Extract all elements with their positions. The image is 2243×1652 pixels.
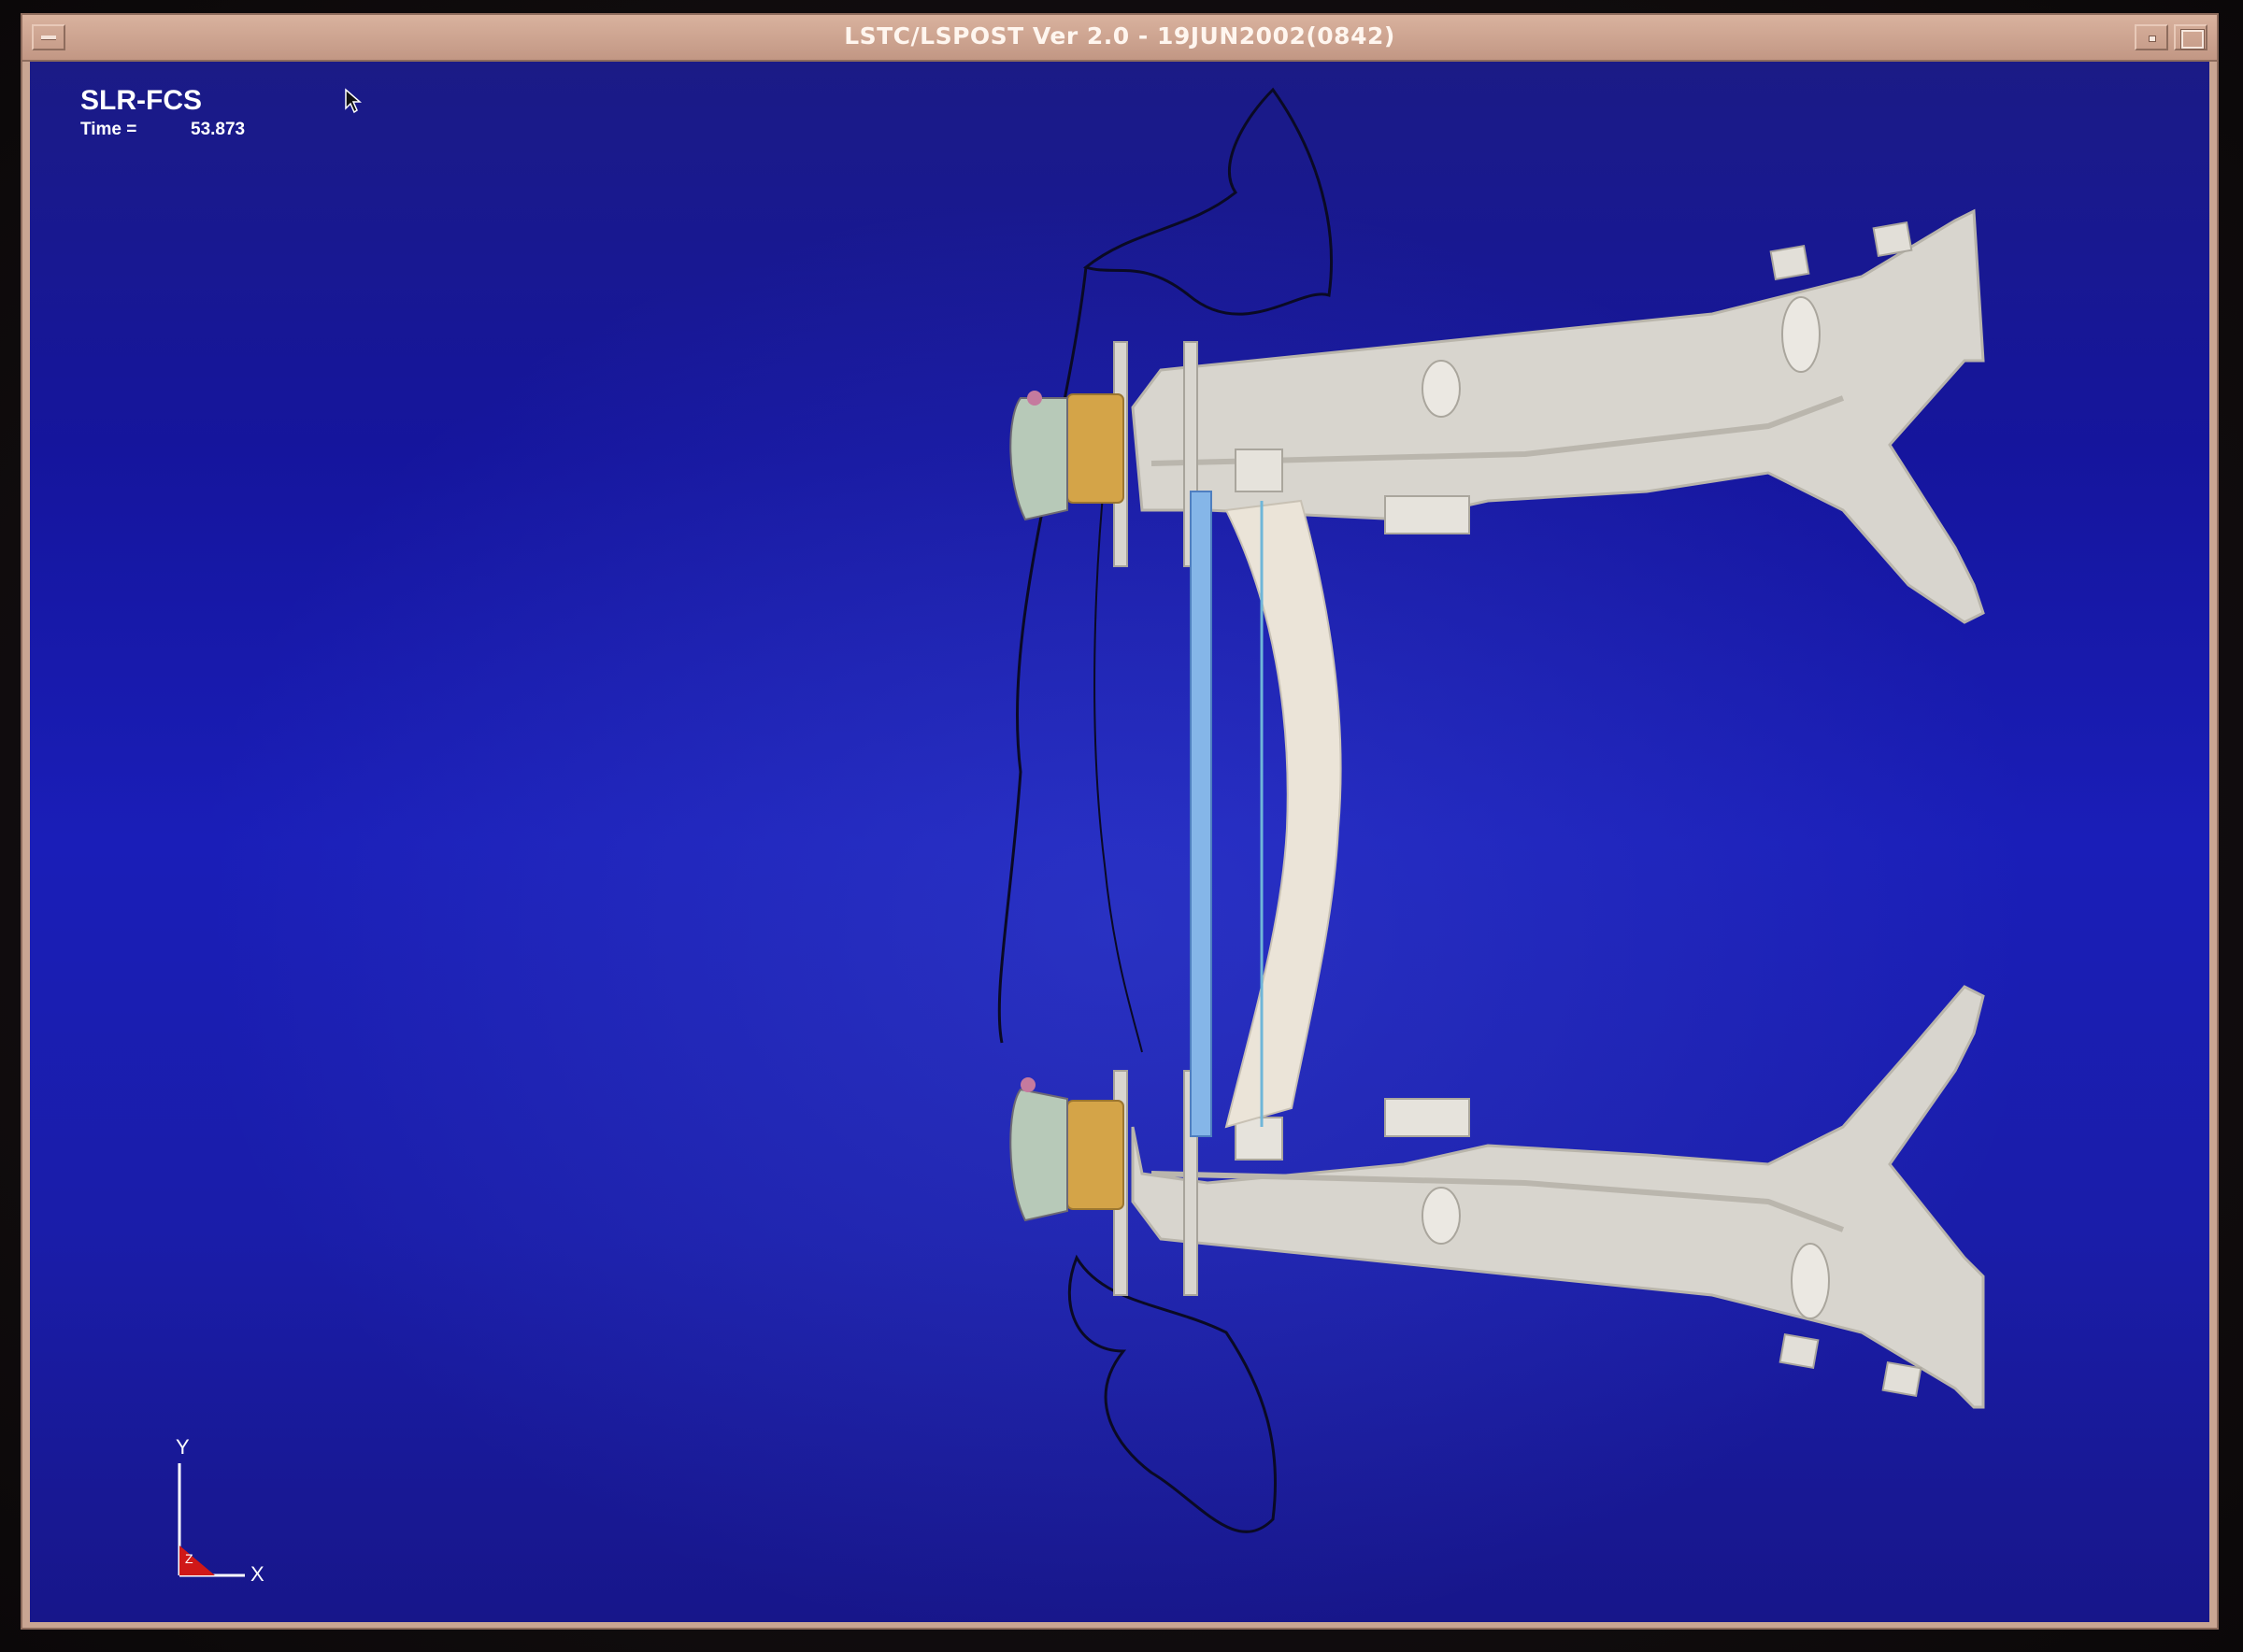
graphics-viewport[interactable]: SLR-FCS Time = 53.873 Y X Z [30, 62, 2209, 1622]
maximize-icon[interactable] [2174, 24, 2207, 50]
window-title: LSTC/LSPOST Ver 2.0 - 19JUN2002(0842) [844, 22, 1395, 50]
upper-lug-2 [1872, 221, 1913, 258]
arch-beam [1224, 499, 1342, 1129]
lower-lug-1 [1779, 1332, 1820, 1370]
z-axis-label: Z [185, 1551, 193, 1566]
lower-debris-dot [1021, 1077, 1036, 1092]
time-label: Time = [80, 120, 137, 139]
upper-debris-dot [1027, 391, 1042, 406]
lspost-window: LSTC/LSPOST Ver 2.0 - 19JUN2002(0842) SL… [21, 13, 2219, 1630]
axis-triad: Y X Z [142, 1435, 301, 1586]
outline-curve-left [997, 266, 1088, 1044]
title-bar[interactable]: LSTC/LSPOST Ver 2.0 - 19JUN2002(0842) [22, 15, 2217, 62]
upper-tire-debris [1009, 397, 1068, 521]
time-value: 53.873 [191, 120, 246, 139]
upper-hole-1 [1422, 360, 1461, 418]
upper-bracket [1235, 449, 1283, 492]
upper-lug-1 [1769, 244, 1810, 281]
lower-lug-2 [1881, 1360, 1922, 1398]
outline-curve-bottom [1067, 1254, 1277, 1533]
model-name: SLR-FCS [80, 85, 202, 116]
lower-bracket [1235, 1117, 1283, 1161]
lower-hole-1 [1422, 1187, 1461, 1245]
lower-spool [1066, 1100, 1124, 1210]
outline-curve-top [1082, 87, 1333, 316]
mouse-pointer-icon [345, 88, 363, 114]
y-axis-label: Y [176, 1435, 190, 1459]
upper-hole-2 [1781, 296, 1821, 373]
lower-hole-2 [1791, 1243, 1830, 1319]
axle-rod [1190, 491, 1212, 1137]
upper-tab [1384, 495, 1470, 534]
lower-tire-debris [1009, 1088, 1068, 1222]
upper-spool [1066, 393, 1124, 504]
lower-tab [1384, 1098, 1470, 1137]
monitor-bezel: LSTC/LSPOST Ver 2.0 - 19JUN2002(0842) SL… [0, 0, 2243, 1652]
x-axis-label: X [250, 1562, 264, 1586]
minimize-icon[interactable] [2135, 24, 2168, 50]
fe-model [997, 87, 1985, 1533]
